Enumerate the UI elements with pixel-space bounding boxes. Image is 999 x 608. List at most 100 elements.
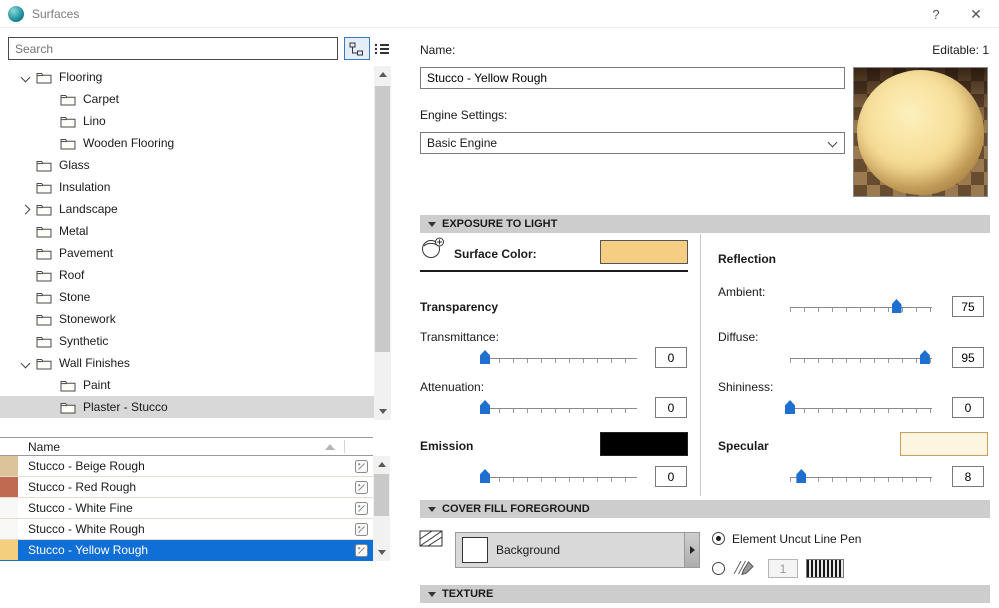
scroll-up-icon[interactable] (374, 66, 391, 83)
shininess-slider[interactable] (790, 400, 932, 416)
custom-pen-radio[interactable] (712, 562, 725, 575)
tree-item-lino[interactable]: Lino (0, 110, 374, 132)
specular-slider[interactable] (790, 469, 932, 485)
cover-fill-icon (418, 526, 448, 555)
collapse-triangle-icon[interactable] (428, 592, 436, 597)
attenuation-value-input[interactable] (655, 397, 687, 418)
list-view-button[interactable] (373, 40, 391, 57)
diffuse-slider[interactable] (790, 350, 932, 366)
slider-handle[interactable] (480, 469, 490, 483)
engine-select[interactable]: Basic Engine (420, 132, 845, 154)
pen-number-input[interactable] (768, 559, 798, 578)
tree-item-label: Wall Finishes (59, 356, 130, 370)
attenuation-slider[interactable] (485, 400, 637, 416)
surface-list-row[interactable]: Stucco - White Rough (0, 519, 373, 540)
tree-item-glass[interactable]: Glass (0, 154, 374, 176)
scroll-up-icon[interactable] (373, 456, 390, 473)
slider-handle[interactable] (892, 299, 902, 313)
tree-item-synthetic[interactable]: Synthetic (0, 330, 374, 352)
help-button[interactable]: ? (919, 0, 953, 28)
scroll-down-icon[interactable] (374, 403, 391, 420)
search-input[interactable] (8, 37, 338, 60)
surface-color-picker[interactable] (600, 240, 688, 264)
tree-item-pavement[interactable]: Pavement (0, 242, 374, 264)
section-texture[interactable]: TEXTURE (420, 585, 990, 603)
element-uncut-line-pen-radio[interactable] (712, 532, 725, 545)
tree-item-wall-finishes[interactable]: Wall Finishes (0, 352, 374, 374)
tree-item-flooring[interactable]: Flooring (0, 66, 374, 88)
material-preview[interactable] (853, 67, 988, 197)
transmittance-value-input[interactable] (655, 347, 687, 368)
attenuation-label: Attenuation: (420, 380, 484, 394)
slider-handle[interactable] (480, 400, 490, 414)
name-column-header[interactable]: Name (28, 440, 60, 454)
slider-handle[interactable] (920, 350, 930, 364)
engine-icon (355, 481, 368, 494)
slider-handle[interactable] (785, 400, 795, 414)
surface-list-row[interactable]: Stucco - White Fine (0, 498, 373, 519)
section-cover-fill-foreground[interactable]: COVER FILL FOREGROUND (420, 500, 990, 518)
tree-item-carpet[interactable]: Carpet (0, 88, 374, 110)
slider-handle[interactable] (480, 350, 490, 364)
ambient-label: Ambient: (718, 285, 765, 299)
ambient-slider[interactable] (790, 299, 932, 315)
editable-count-label: Editable: 1 (932, 43, 989, 57)
tree-item-insulation[interactable]: Insulation (0, 176, 374, 198)
slider-handle[interactable] (796, 469, 806, 483)
surface-list-row[interactable]: Stucco - Red Rough (0, 477, 373, 498)
tree-item-wooden-flooring[interactable]: Wooden Flooring (0, 132, 374, 154)
surface-name-input[interactable] (420, 67, 845, 89)
tree-item-stonework[interactable]: Stonework (0, 308, 374, 330)
tree-scrollbar-thumb[interactable] (375, 86, 390, 352)
collapse-triangle-icon[interactable] (428, 222, 436, 227)
folder-icon (36, 335, 52, 348)
close-button[interactable]: ✕ (959, 0, 993, 28)
transmittance-slider[interactable] (485, 350, 637, 366)
list-scrollbar[interactable] (373, 456, 390, 561)
column-divider (700, 234, 701, 496)
tree-item-paint[interactable]: Paint (0, 374, 374, 396)
chevron-icon[interactable] (21, 204, 31, 214)
collapse-triangle-icon[interactable] (428, 507, 436, 512)
tree-view-button[interactable] (344, 37, 370, 60)
ambient-value-input[interactable] (952, 296, 984, 317)
surface-list-row[interactable]: Stucco - Beige Rough (0, 456, 373, 477)
tree-item-label: Flooring (59, 70, 102, 84)
scroll-down-icon[interactable] (373, 544, 390, 561)
folder-icon (36, 357, 52, 370)
list-scrollbar-thumb[interactable] (374, 474, 389, 516)
emission-slider[interactable] (485, 469, 637, 485)
emission-color-picker[interactable] (600, 432, 688, 456)
surface-list-row[interactable]: Stucco - Yellow Rough (0, 540, 373, 561)
background-fill-label: Background (496, 543, 560, 557)
section-cover-fill-label: COVER FILL FOREGROUND (442, 503, 590, 515)
tree-item-label: Insulation (59, 180, 110, 194)
surfaces-dialog: Surfaces ? ✕ Flooring Carpet Lino Wooden… (0, 0, 999, 608)
diffuse-value-input[interactable] (952, 347, 984, 368)
shininess-value-input[interactable] (952, 397, 984, 418)
specular-value-input[interactable] (952, 466, 984, 487)
folder-icon (36, 181, 52, 194)
surface-color-icon (420, 236, 446, 263)
folder-icon (60, 93, 76, 106)
tree-item-metal[interactable]: Metal (0, 220, 374, 242)
sort-ascending-icon[interactable] (325, 444, 335, 450)
fill-popup-arrow[interactable] (684, 533, 699, 567)
section-exposure-to-light[interactable]: EXPOSURE TO LIGHT (420, 215, 990, 233)
main-panel: Name: Editable: 1 Engine Settings: Basic… (410, 28, 999, 608)
tree-item-label: Landscape (59, 202, 118, 216)
tree-item-roof[interactable]: Roof (0, 264, 374, 286)
chevron-icon[interactable] (21, 72, 31, 82)
surface-name-label: Stucco - White Rough (28, 522, 145, 536)
tree-item-stone[interactable]: Stone (0, 286, 374, 308)
specular-color-picker[interactable] (900, 432, 988, 456)
tree-item-plaster-stucco[interactable]: Plaster - Stucco (0, 396, 374, 418)
tree-scrollbar[interactable] (374, 66, 391, 420)
list-header[interactable]: Name (0, 437, 373, 456)
chevron-icon[interactable] (21, 358, 31, 368)
background-fill-button[interactable]: Background (455, 532, 700, 568)
emission-value-input[interactable] (655, 466, 687, 487)
diffuse-label: Diffuse: (718, 330, 758, 344)
pen-color-button[interactable] (806, 559, 844, 578)
tree-item-landscape[interactable]: Landscape (0, 198, 374, 220)
